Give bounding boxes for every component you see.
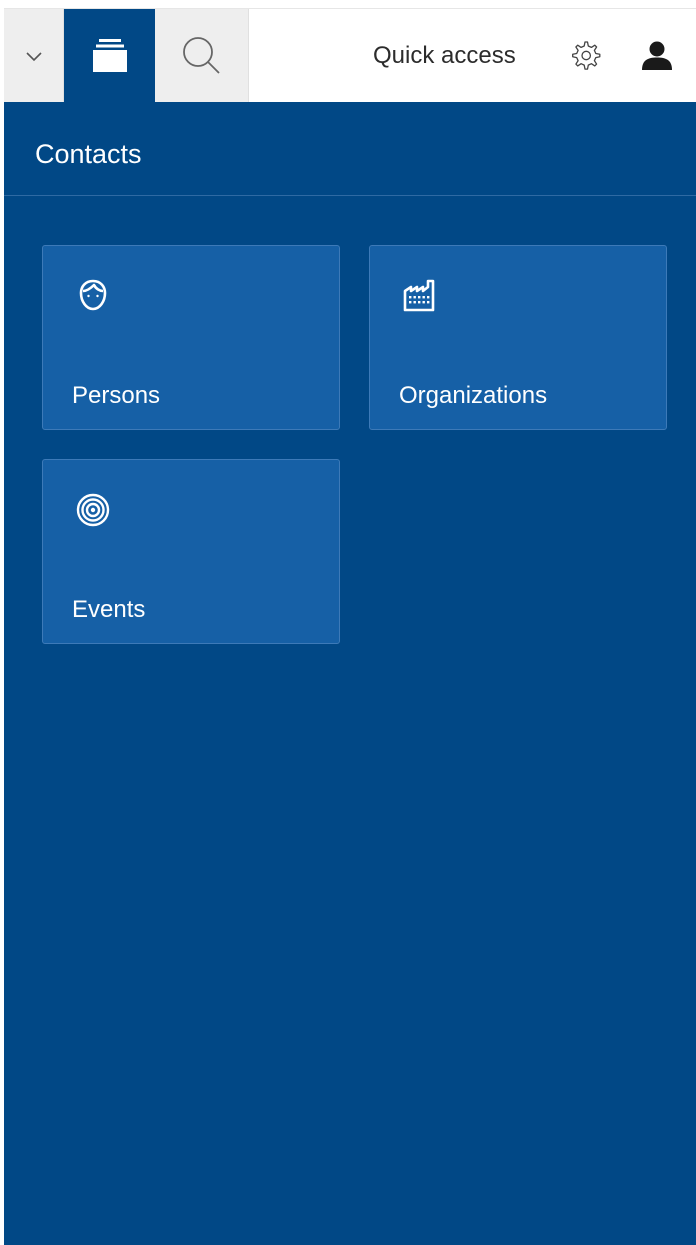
stack-icon [92,39,127,72]
chevron-down-icon [25,52,42,62]
panel-header: Contacts [4,102,696,196]
top-toolbar: Quick access [4,8,696,103]
settings-button[interactable] [562,9,608,103]
person-head-icon [79,279,107,311]
target-icon [76,493,110,527]
user-icon [642,41,672,70]
search-icon [182,37,220,74]
page-title: Contacts [35,139,142,169]
factory-icon [403,279,435,312]
contacts-panel: Contacts Persons Organizations Events [4,102,696,1245]
quick-access-button[interactable]: Quick access [373,9,516,103]
tile-label-persons: Persons [72,382,161,409]
app-frame: Quick access Contacts Persons Organizati… [0,0,696,1245]
search-button[interactable] [155,9,249,103]
outline-button[interactable] [64,9,155,103]
tile-label-organizations: Organizations [399,382,548,409]
tile-persons[interactable]: Persons [42,245,340,430]
tile-events[interactable]: Events [42,459,340,644]
collapse-button[interactable] [4,9,64,103]
tile-label-events: Events [72,596,146,623]
gear-icon [572,41,601,70]
user-button[interactable] [632,9,682,103]
tile-organizations[interactable]: Organizations [369,245,667,430]
